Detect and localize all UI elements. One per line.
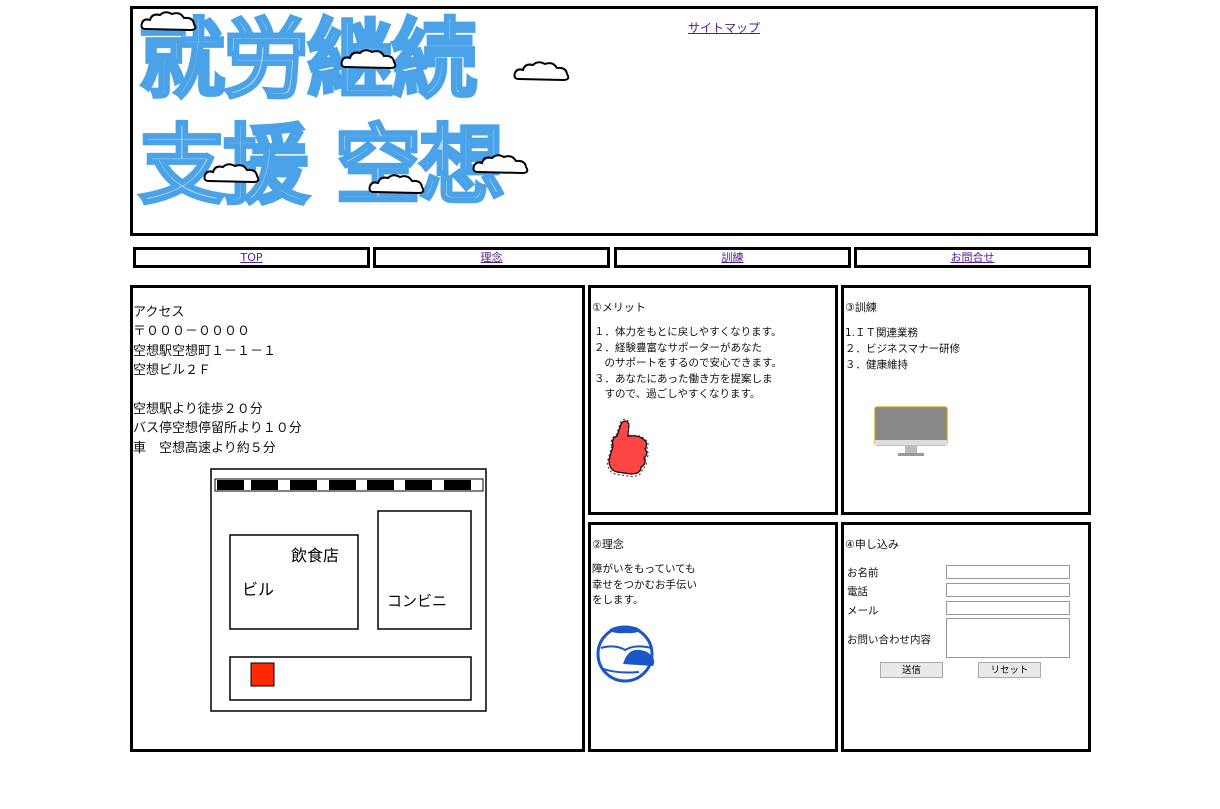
nav-item-contact: お問合せ [854, 247, 1091, 268]
access-text: アクセス 〒０００－００００ 空想駅空想町１－１－１ 空想ビル２Ｆ 空想駅より徒… [133, 305, 302, 456]
cloud-icon [368, 174, 425, 195]
access-panel: アクセス 〒０００－００００ 空想駅空想町１－１－１ 空想ビル２Ｆ 空想駅より徒… [130, 285, 585, 752]
monitor-icon [874, 406, 948, 456]
message-label: お問い合わせ内容 [847, 634, 931, 646]
map-convenience-block [377, 510, 472, 630]
cloud-icon [203, 163, 260, 184]
header-banner: 就労継続 支援 空想 サイトマップ [130, 6, 1098, 236]
merit-title: ①メリット [592, 301, 646, 314]
reset-button[interactable]: リセット [978, 662, 1041, 678]
cloud-icon [472, 154, 529, 175]
thumbs-up-icon [606, 418, 649, 478]
access-map: 飲食店 ビル コンビニ [210, 468, 487, 712]
training-list: 1.ＩＴ関連業務 ２．ビジネスマナー研修 ３．健康維持 [845, 327, 961, 371]
nav-item-training: 訓練 [614, 247, 851, 268]
map-restaurant-label: 飲食店 [291, 546, 339, 565]
nav-link-contact[interactable]: お問合せ [951, 251, 995, 264]
merit-panel: ①メリット １．体力をもとに戻しやすくなります。 ２．経験豊富なサポーターがあな… [588, 285, 838, 515]
nav-link-top[interactable]: TOP [240, 251, 262, 264]
name-field[interactable] [946, 565, 1070, 579]
cloud-icon [513, 61, 570, 82]
nav-item-idea: 理念 [373, 247, 610, 268]
idea-text: 障がいをもっていても 幸せをつかむお手伝い をします。 [592, 563, 697, 606]
cloud-icon [340, 49, 397, 70]
message-textarea[interactable] [946, 618, 1070, 658]
fan-logo-icon [596, 625, 655, 683]
map-location-marker [250, 662, 275, 687]
merit-list: １．体力をもとに戻しやすくなります。 ２．経験豊富なサポーターがあなた のサポー… [594, 326, 782, 400]
nav-item-top: TOP [133, 247, 370, 268]
nav-link-idea[interactable]: 理念 [481, 251, 503, 264]
map-building-label: ビル [242, 580, 274, 599]
idea-panel: ②理念 障がいをもっていても 幸せをつかむお手伝い をします。 [588, 522, 838, 752]
cloud-icon [140, 11, 197, 32]
phone-label: 電話 [847, 586, 868, 598]
logo-line-2: 支援 空想 [138, 122, 507, 211]
logo-text-2: 支援 空想 [138, 116, 507, 216]
email-field[interactable] [946, 601, 1070, 615]
training-title: ③訓練 [845, 301, 877, 314]
submit-button[interactable]: 送信 [880, 662, 943, 678]
apply-title: ④申し込み [845, 538, 899, 551]
apply-panel: ④申し込み お名前 電話 メール お問い合わせ内容 送信 リセット [841, 522, 1091, 752]
map-convenience-label: コンビニ [387, 592, 447, 610]
training-panel: ③訓練 1.ＩＴ関連業務 ２．ビジネスマナー研修 ３．健康維持 [841, 285, 1091, 515]
phone-field[interactable] [946, 583, 1070, 597]
email-label: メール [847, 605, 879, 617]
sitemap-link[interactable]: サイトマップ [688, 19, 760, 36]
idea-title: ②理念 [592, 538, 624, 551]
nav-link-training[interactable]: 訓練 [722, 251, 744, 264]
name-label: お名前 [847, 567, 879, 579]
